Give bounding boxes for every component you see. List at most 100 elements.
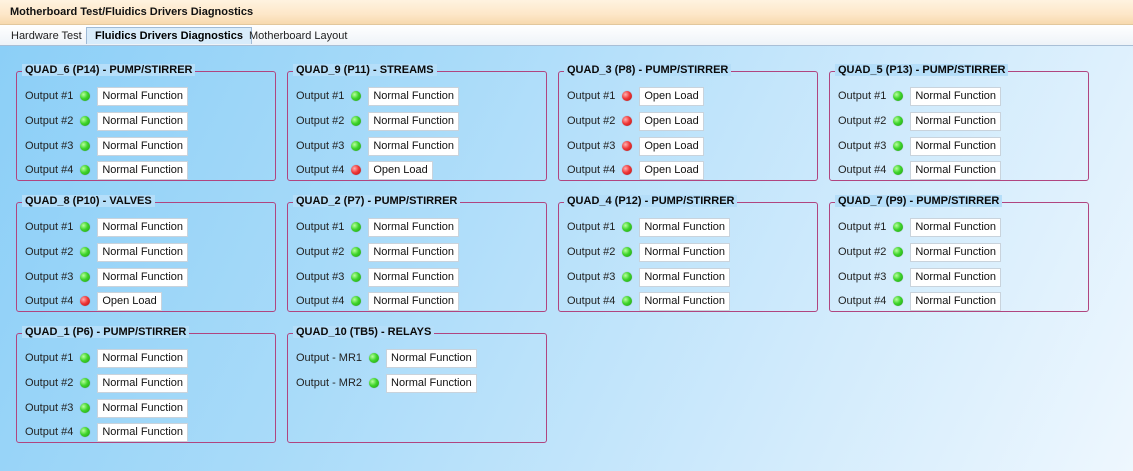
output-row: Output #2 Normal Function xyxy=(296,111,460,131)
output-status-field: Normal Function xyxy=(97,160,189,180)
output-label: Output #4 xyxy=(838,295,887,307)
output-label: Output #3 xyxy=(25,271,74,283)
output-status-field: Normal Function xyxy=(97,348,189,368)
output-status-field: Normal Function xyxy=(97,267,189,287)
output-status-field: Open Load xyxy=(639,160,704,180)
output-label: Output #4 xyxy=(567,295,616,307)
output-label: Output #3 xyxy=(838,140,887,152)
output-row: Output #2 Normal Function xyxy=(838,111,1002,131)
ok-indicator-icon xyxy=(622,296,633,306)
output-status-field: Normal Function xyxy=(639,217,731,237)
output-row: Output #1 Normal Function xyxy=(25,86,189,106)
output-row: Output #4 Open Load xyxy=(567,160,704,180)
output-row: Output #3 Normal Function xyxy=(838,267,1002,287)
output-row: Output #3 Normal Function xyxy=(567,267,731,287)
output-row: Output #1 Normal Function xyxy=(567,217,731,237)
output-row: Output #4 Normal Function xyxy=(25,422,189,442)
ok-indicator-icon xyxy=(893,165,904,175)
group-title: QUAD_8 (P10) - VALVES xyxy=(22,195,155,207)
output-label: Output #4 xyxy=(838,164,887,176)
output-status-field: Normal Function xyxy=(639,291,731,311)
ok-indicator-icon xyxy=(351,91,362,101)
quad-group: QUAD_8 (P10) - VALVES Output #1 Normal Fun… xyxy=(16,195,276,312)
output-label: Output #4 xyxy=(25,164,74,176)
ok-indicator-icon xyxy=(351,116,362,126)
output-row: Output #2 Normal Function xyxy=(25,111,189,131)
output-status-field: Normal Function xyxy=(97,217,189,237)
output-status-field: Normal Function xyxy=(910,136,1002,156)
ok-indicator-icon xyxy=(351,222,362,232)
ok-indicator-icon xyxy=(80,116,91,126)
output-label: Output #2 xyxy=(25,377,74,389)
ok-indicator-icon xyxy=(893,116,904,126)
group-title: QUAD_3 (P8) - PUMP/STIRRER xyxy=(564,64,732,76)
output-label: Output #4 xyxy=(567,164,616,176)
output-status-field: Normal Function xyxy=(368,242,460,262)
output-status-field: Normal Function xyxy=(910,242,1002,262)
ok-indicator-icon xyxy=(622,247,633,257)
diagnostics-panel: QUAD_6 (P14) - PUMP/STIRRER Output #1 Norm… xyxy=(0,46,1133,471)
ok-indicator-icon xyxy=(351,272,362,282)
ok-indicator-icon xyxy=(893,141,904,151)
output-label: Output #1 xyxy=(567,90,616,102)
quad-group: QUAD_7 (P9) - PUMP/STIRRER Output #1 Norma… xyxy=(829,195,1089,312)
group-title: QUAD_4 (P12) - PUMP/STIRRER xyxy=(564,195,738,207)
quad-group: QUAD_3 (P8) - PUMP/STIRRER Output #1 Open … xyxy=(558,64,818,181)
group-title: QUAD_6 (P14) - PUMP/STIRRER xyxy=(22,64,196,76)
ok-indicator-icon xyxy=(893,296,904,306)
output-label: Output #4 xyxy=(296,295,345,307)
output-label: Output #1 xyxy=(838,90,887,102)
ok-indicator-icon xyxy=(80,353,91,363)
quad-group: QUAD_4 (P12) - PUMP/STIRRER Output #1 Norm… xyxy=(558,195,818,312)
output-row: Output #1 Normal Function xyxy=(838,86,1002,106)
output-row: Output #4 Open Load xyxy=(296,160,433,180)
output-label: Output #2 xyxy=(25,115,74,127)
ok-indicator-icon xyxy=(369,378,380,388)
ok-indicator-icon xyxy=(80,222,91,232)
output-status-field: Normal Function xyxy=(97,422,189,442)
output-row: Output #2 Normal Function xyxy=(296,242,460,262)
ok-indicator-icon xyxy=(893,272,904,282)
title-bar: Motherboard Test/Fluidics Drivers Diagno… xyxy=(0,0,1133,25)
tab-hardware-test[interactable]: Hardware Test xyxy=(2,27,91,44)
output-status-field: Normal Function xyxy=(910,267,1002,287)
ok-indicator-icon xyxy=(351,296,362,306)
output-row: Output #2 Normal Function xyxy=(25,373,189,393)
output-row: Output #3 Normal Function xyxy=(25,136,189,156)
output-row: Output #1 Normal Function xyxy=(296,86,460,106)
output-label: Output #4 xyxy=(25,426,74,438)
output-label: Output #1 xyxy=(25,352,74,364)
window-title: Motherboard Test/Fluidics Drivers Diagno… xyxy=(10,6,254,18)
output-label: Output - MR1 xyxy=(296,352,363,364)
output-label: Output #3 xyxy=(296,271,345,283)
ok-indicator-icon xyxy=(351,247,362,257)
output-label: Output #2 xyxy=(567,246,616,258)
output-row: Output #1 Open Load xyxy=(567,86,704,106)
output-row: Output #3 Normal Function xyxy=(25,267,189,287)
quad-group: QUAD_2 (P7) - PUMP/STIRRER Output #1 Norma… xyxy=(287,195,547,312)
ok-indicator-icon xyxy=(80,272,91,282)
ok-indicator-icon xyxy=(893,91,904,101)
tab-motherboard-layout[interactable]: Motherboard Layout xyxy=(240,27,356,44)
output-status-field: Open Load xyxy=(97,291,162,311)
output-label: Output #1 xyxy=(296,90,345,102)
output-status-field: Open Load xyxy=(639,111,704,131)
quad-group: QUAD_1 (P6) - PUMP/STIRRER Output #1 Norma… xyxy=(16,326,276,443)
quad-group: QUAD_6 (P14) - PUMP/STIRRER Output #1 Norm… xyxy=(16,64,276,181)
output-row: Output #3 Normal Function xyxy=(296,267,460,287)
output-row: Output #1 Normal Function xyxy=(838,217,1002,237)
output-label: Output #4 xyxy=(25,295,74,307)
output-row: Output #1 Normal Function xyxy=(296,217,460,237)
output-row: Output #3 Normal Function xyxy=(838,136,1002,156)
quad-group: QUAD_5 (P13) - PUMP/STIRRER Output #1 Norm… xyxy=(829,64,1089,181)
ok-indicator-icon xyxy=(369,353,380,363)
ok-indicator-icon xyxy=(80,427,91,437)
output-label: Output #3 xyxy=(25,140,74,152)
output-status-field: Normal Function xyxy=(368,136,460,156)
output-status-field: Normal Function xyxy=(910,160,1002,180)
output-label: Output #4 xyxy=(296,164,345,176)
tab-fluidics-drivers-diagnostics[interactable]: Fluidics Drivers Diagnostics xyxy=(86,27,252,44)
fault-indicator-icon xyxy=(622,116,633,126)
output-status-field: Open Load xyxy=(639,136,704,156)
output-label: Output #2 xyxy=(296,115,345,127)
